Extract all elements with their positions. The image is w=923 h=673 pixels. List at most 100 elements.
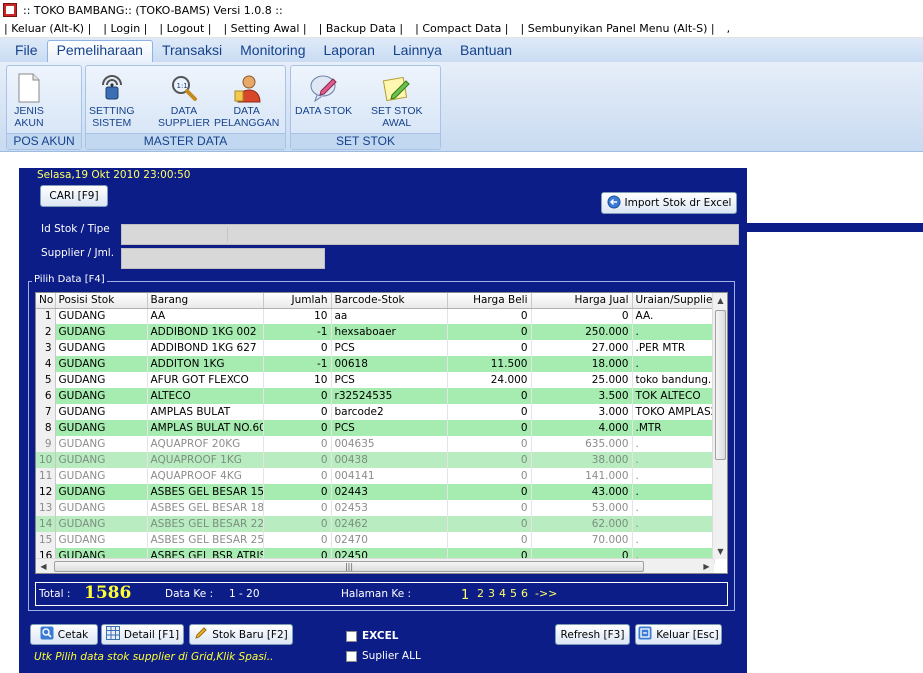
cell-posisi[interactable]: GUDANG: [55, 372, 148, 388]
col-barcode[interactable]: Barcode-Stok: [331, 293, 448, 309]
cell-no[interactable]: 4: [36, 356, 56, 372]
cell-jual[interactable]: 53.000: [531, 500, 633, 516]
cell-barcode[interactable]: r32524535: [331, 388, 448, 404]
table-row[interactable]: 11 GUDANG AQUAPROOF 4KG 0 004141 0 141.000.: [36, 468, 715, 484]
cell-jual[interactable]: 25.000: [531, 372, 633, 388]
cell-jual[interactable]: 3.000: [531, 404, 633, 420]
cell-barang[interactable]: AQUAPROF 20KG: [147, 436, 264, 452]
col-harga-jual[interactable]: Harga Jual: [531, 293, 633, 309]
cell-no[interactable]: 8: [36, 420, 56, 436]
supplier-field[interactable]: [121, 248, 325, 269]
tab-lainnya[interactable]: Lainnya: [384, 40, 451, 62]
cell-beli[interactable]: 0: [447, 308, 532, 324]
setting-sistem-button[interactable]: SETTING SISTEM: [89, 71, 135, 129]
scroll-left-icon[interactable]: ◀: [36, 559, 51, 573]
cell-jumlah[interactable]: -1: [263, 324, 332, 340]
suplier-all-checkbox-box[interactable]: [346, 650, 357, 662]
cell-barang[interactable]: ADDITON 1KG: [147, 356, 264, 372]
cell-barang[interactable]: AQUAPROOF 1KG: [147, 452, 264, 468]
cell-jumlah[interactable]: 0: [263, 404, 332, 420]
cell-barcode[interactable]: PCS: [331, 372, 448, 388]
cell-barcode[interactable]: barcode2: [331, 404, 448, 420]
tab-transaksi[interactable]: Transaksi: [153, 40, 231, 62]
table-row[interactable]: 5 GUDANG AFUR GOT FLEXCO 10 PCS 24.000 25.000 t…: [36, 372, 715, 388]
cell-posisi[interactable]: GUDANG: [55, 340, 148, 356]
cell-beli[interactable]: 0: [447, 516, 532, 532]
cell-barcode[interactable]: 02470: [331, 532, 448, 548]
table-row[interactable]: 8 GUDANG AMPLAS BULAT NO.60 0 PCS 0 4.000 .MTR: [36, 420, 715, 436]
tab-pemeliharaan[interactable]: Pemeliharaan: [46, 40, 153, 62]
cell-posisi[interactable]: GUDANG: [55, 500, 148, 516]
cell-barang[interactable]: AFUR GOT FLEXCO: [147, 372, 264, 388]
cell-no[interactable]: 12: [36, 484, 56, 500]
cell-barang[interactable]: AA: [147, 308, 264, 324]
table-row[interactable]: 10 GUDANG AQUAPROOF 1KG 0 00438 0 38.000.: [36, 452, 715, 468]
cell-no[interactable]: 11: [36, 468, 56, 484]
cell-posisi[interactable]: GUDANG: [55, 468, 148, 484]
cell-posisi[interactable]: GUDANG: [55, 516, 148, 532]
cell-uraian[interactable]: .: [632, 324, 715, 340]
cell-beli[interactable]: 0: [447, 404, 532, 420]
cell-beli[interactable]: 0: [447, 388, 532, 404]
data-stok-button[interactable]: DATA STOK: [295, 71, 352, 117]
cell-no[interactable]: 7: [36, 404, 56, 420]
cell-jumlah[interactable]: 0: [263, 484, 332, 500]
cell-no[interactable]: 5: [36, 372, 56, 388]
cell-beli[interactable]: 0: [447, 420, 532, 436]
cell-no[interactable]: 6: [36, 388, 56, 404]
cell-jual[interactable]: 18.000: [531, 356, 633, 372]
cell-uraian[interactable]: toko bandung.: [632, 372, 715, 388]
cell-jumlah[interactable]: 10: [263, 308, 332, 324]
cell-jumlah[interactable]: 0: [263, 452, 332, 468]
cell-posisi[interactable]: GUDANG: [55, 388, 148, 404]
cell-barcode[interactable]: 00618: [331, 356, 448, 372]
page-5-link[interactable]: 5: [510, 587, 517, 600]
cell-beli[interactable]: 0: [447, 532, 532, 548]
cell-posisi[interactable]: GUDANG: [55, 308, 148, 324]
cell-jumlah[interactable]: 0: [263, 500, 332, 516]
cell-beli[interactable]: 0: [447, 324, 532, 340]
col-no[interactable]: No: [36, 293, 56, 309]
cell-beli[interactable]: 24.000: [447, 372, 532, 388]
cell-no[interactable]: 9: [36, 436, 56, 452]
cell-jual[interactable]: 635.000: [531, 436, 633, 452]
cell-posisi[interactable]: GUDANG: [55, 420, 148, 436]
col-posisi[interactable]: Posisi Stok: [55, 293, 148, 309]
cell-barang[interactable]: ADDIBOND 1KG 627: [147, 340, 264, 356]
cell-barang[interactable]: ADDIBOND 1KG 002: [147, 324, 264, 340]
table-row[interactable]: 15 GUDANG ASBES GEL BESAR 250 0 02470 0 70.000…: [36, 532, 715, 548]
cell-uraian[interactable]: .PER MTR: [632, 340, 715, 356]
cell-beli[interactable]: 0: [447, 452, 532, 468]
table-row[interactable]: 12 GUDANG ASBES GEL BESAR 150 0 02443 0 43.000…: [36, 484, 715, 500]
cell-jumlah[interactable]: 10: [263, 372, 332, 388]
table-row[interactable]: 2 GUDANG ADDIBOND 1KG 002 -1 hexsaboaer 0 250.…: [36, 324, 715, 340]
menu-compact-data[interactable]: | Compact Data |: [415, 22, 508, 35]
cell-barcode[interactable]: aa: [331, 308, 448, 324]
cell-no[interactable]: 14: [36, 516, 56, 532]
id-stok-field[interactable]: [121, 224, 739, 245]
page-3-link[interactable]: 3: [488, 587, 495, 600]
cell-posisi[interactable]: GUDANG: [55, 324, 148, 340]
cell-posisi[interactable]: GUDANG: [55, 404, 148, 420]
tab-laporan[interactable]: Laporan: [315, 40, 384, 62]
cell-beli[interactable]: 11.500: [447, 356, 532, 372]
cell-jual[interactable]: 70.000: [531, 532, 633, 548]
cell-jual[interactable]: 38.000: [531, 452, 633, 468]
set-stok-awal-button[interactable]: SET STOK AWAL: [371, 71, 423, 129]
import-excel-button[interactable]: Import Stok dr Excel: [601, 192, 737, 214]
cari-button[interactable]: CARI [F9]: [40, 185, 108, 207]
cell-barcode[interactable]: hexsaboaer: [331, 324, 448, 340]
cell-jual[interactable]: 43.000: [531, 484, 633, 500]
vertical-scrollbar[interactable]: ▲ ▼: [712, 293, 727, 559]
cell-jumlah[interactable]: 0: [263, 420, 332, 436]
cell-barcode[interactable]: 02443: [331, 484, 448, 500]
scroll-up-icon[interactable]: ▲: [713, 293, 727, 308]
cell-beli[interactable]: 0: [447, 436, 532, 452]
table-row[interactable]: 4 GUDANG ADDITON 1KG -1 00618 11.500 18.000.: [36, 356, 715, 372]
horizontal-scroll-thumb[interactable]: |||: [54, 561, 644, 572]
horizontal-scrollbar[interactable]: ◀ ||| ▶: [36, 558, 714, 573]
col-harga-beli[interactable]: Harga Beli: [447, 293, 532, 309]
cell-uraian[interactable]: .: [632, 516, 715, 532]
next-pages-link[interactable]: ->>: [535, 587, 557, 600]
cell-barang[interactable]: ASBES GEL BESAR 180: [147, 500, 264, 516]
